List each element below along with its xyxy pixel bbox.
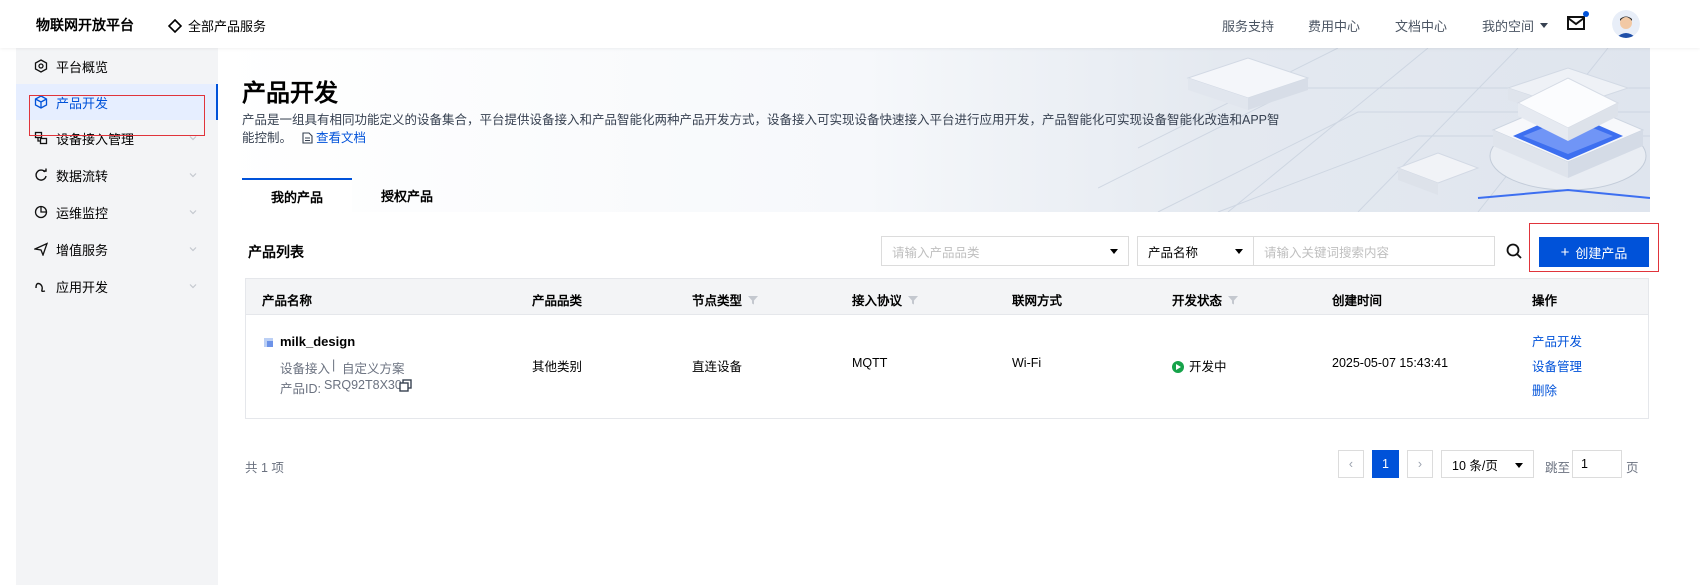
caret-down-icon bbox=[1515, 463, 1523, 468]
diamond-icon bbox=[168, 18, 182, 33]
page-banner: 产品开发 产品是一组具有相同功能定义的设备集合，平台提供设备接入和产品智能化两种… bbox=[218, 48, 1650, 212]
nav-service-support[interactable]: 服务支持 bbox=[1222, 16, 1274, 35]
node-type: 直连设备 bbox=[692, 360, 743, 374]
sidebar-item-value-added[interactable]: 增值服务 bbox=[16, 231, 218, 267]
sidebar-item-label: 数据流转 bbox=[56, 168, 109, 184]
sidebar-item-label: 平台概览 bbox=[56, 59, 109, 75]
access-protocol: MQTT bbox=[852, 356, 888, 370]
search-icon[interactable] bbox=[1506, 243, 1522, 259]
search-field-value: 产品名称 bbox=[1148, 245, 1199, 260]
all-services-menu[interactable]: 全部产品服务 bbox=[168, 16, 266, 35]
sidebar-item-data-flow[interactable]: 数据流转 bbox=[16, 157, 218, 193]
overview-icon bbox=[34, 59, 48, 73]
category-select[interactable]: 请输入产品品类 bbox=[881, 236, 1129, 266]
chevron-down-icon bbox=[189, 284, 197, 289]
chevron-down-icon bbox=[189, 210, 197, 215]
col-node-type[interactable]: 节点类型 bbox=[692, 290, 759, 309]
status-badge: 开发中 bbox=[1172, 356, 1227, 375]
col-category: 产品品类 bbox=[532, 294, 583, 308]
page-title: 产品开发 bbox=[242, 80, 338, 107]
play-status-icon bbox=[1172, 361, 1184, 373]
monitor-icon bbox=[34, 205, 48, 219]
sidebar-item-ops-monitor[interactable]: 运维监控 bbox=[16, 194, 218, 230]
chevron-down-icon bbox=[189, 247, 197, 252]
action-device-manage-link[interactable]: 设备管理 bbox=[1532, 356, 1582, 375]
scheme-type: 自定义方案 bbox=[342, 362, 405, 376]
page-description: 产品是一组具有相同功能定义的设备集合，平台提供设备接入和产品智能化两种产品开发方… bbox=[242, 111, 1282, 147]
notification-dot bbox=[1583, 11, 1589, 17]
next-page-button[interactable]: › bbox=[1407, 450, 1433, 478]
flow-icon bbox=[35, 168, 47, 181]
jump-label: 跳至 bbox=[1545, 461, 1571, 475]
filter-icon[interactable] bbox=[908, 295, 919, 305]
product-icon bbox=[264, 338, 273, 347]
product-category: 其他类别 bbox=[532, 360, 583, 374]
chevron-down-icon bbox=[189, 173, 197, 178]
copy-icon[interactable] bbox=[399, 379, 412, 392]
total-count: 共 1 项 bbox=[245, 461, 284, 475]
send-icon bbox=[34, 242, 48, 256]
col-network: 联网方式 bbox=[1012, 294, 1063, 308]
sidebar-item-label: 增值服务 bbox=[56, 242, 109, 258]
col-actions: 操作 bbox=[1532, 294, 1558, 308]
created-time: 2025-05-07 15:43:41 bbox=[1332, 356, 1449, 370]
network-mode: Wi-Fi bbox=[1012, 356, 1042, 370]
category-placeholder: 请输入产品品类 bbox=[892, 245, 980, 260]
action-product-dev-link[interactable]: 产品开发 bbox=[1532, 331, 1582, 350]
caret-down-icon bbox=[1110, 249, 1118, 254]
col-created-time: 创建时间 bbox=[1332, 294, 1383, 308]
page-unit-label: 页 bbox=[1626, 461, 1639, 475]
top-bar: 物联网开放平台 全部产品服务 服务支持 费用中心 文档中心 我的空间 bbox=[0, 0, 1700, 48]
page-size-value: 10 条/页 bbox=[1452, 458, 1498, 473]
my-space-label: 我的空间 bbox=[1482, 19, 1535, 34]
col-protocol[interactable]: 接入协议 bbox=[852, 290, 919, 309]
product-name[interactable]: milk_design bbox=[280, 334, 355, 349]
product-table: 产品名称 产品品类 节点类型 接入协议 联网方式 开发状态 创建时间 操作 mi… bbox=[245, 278, 1649, 419]
highlight-box bbox=[1529, 223, 1659, 272]
col-product-name: 产品名称 bbox=[262, 294, 313, 308]
sidebar-item-label: 运维监控 bbox=[56, 205, 109, 221]
filter-icon[interactable] bbox=[748, 295, 759, 305]
action-delete-link[interactable]: 删除 bbox=[1532, 380, 1557, 399]
prev-page-button[interactable]: ‹ bbox=[1338, 450, 1364, 478]
product-tabs: 我的产品 授权产品 bbox=[242, 178, 462, 212]
tab-my-products[interactable]: 我的产品 bbox=[242, 178, 352, 212]
my-space-menu[interactable]: 我的空间 bbox=[1482, 16, 1549, 35]
page-size-select[interactable]: 10 条/页 bbox=[1441, 450, 1534, 478]
product-list-title: 产品列表 bbox=[248, 244, 304, 260]
sidebar-item-label: 应用开发 bbox=[56, 279, 109, 295]
view-docs-link[interactable]: 查看文档 bbox=[301, 131, 366, 145]
search-field-select[interactable]: 产品名称 bbox=[1137, 236, 1254, 266]
sidebar-item-overview[interactable]: 平台概览 bbox=[16, 48, 218, 84]
sidebar-item-app-dev[interactable]: 应用开发 bbox=[16, 268, 218, 304]
highlight-box bbox=[29, 95, 205, 136]
status-label: 开发中 bbox=[1189, 360, 1227, 374]
tab-authorized-products[interactable]: 授权产品 bbox=[352, 178, 462, 212]
nav-billing-center[interactable]: 费用中心 bbox=[1308, 16, 1360, 35]
page-1-button[interactable]: 1 bbox=[1372, 450, 1399, 478]
col-dev-status[interactable]: 开发状态 bbox=[1172, 290, 1239, 309]
keyword-placeholder: 请输入关键词搜索内容 bbox=[1264, 245, 1390, 260]
filter-icon[interactable] bbox=[1228, 295, 1239, 305]
document-icon bbox=[301, 132, 313, 144]
keyword-search-input[interactable]: 请输入关键词搜索内容 bbox=[1253, 236, 1495, 266]
mail-icon[interactable] bbox=[1566, 14, 1586, 32]
view-docs-label: 查看文档 bbox=[315, 131, 366, 145]
nav-doc-center[interactable]: 文档中心 bbox=[1395, 16, 1447, 35]
caret-down-icon bbox=[1235, 249, 1243, 254]
platform-brand[interactable]: 物联网开放平台 bbox=[36, 15, 134, 35]
jump-page-input[interactable]: 1 bbox=[1572, 450, 1622, 478]
product-id: SRQ92T8X30 bbox=[324, 378, 402, 392]
access-type: 设备接入 bbox=[280, 362, 331, 376]
all-services-label: 全部产品服务 bbox=[188, 19, 267, 34]
description-text: 产品是一组具有相同功能定义的设备集合，平台提供设备接入和产品智能化两种产品开发方… bbox=[242, 113, 1280, 145]
avatar[interactable] bbox=[1612, 10, 1640, 38]
product-id-label: 产品ID: bbox=[280, 382, 321, 396]
caret-down-icon bbox=[1540, 22, 1549, 28]
app-icon bbox=[35, 282, 46, 293]
separator: | bbox=[332, 358, 336, 372]
table-header: 产品名称 产品品类 节点类型 接入协议 联网方式 开发状态 创建时间 操作 bbox=[246, 279, 1648, 315]
